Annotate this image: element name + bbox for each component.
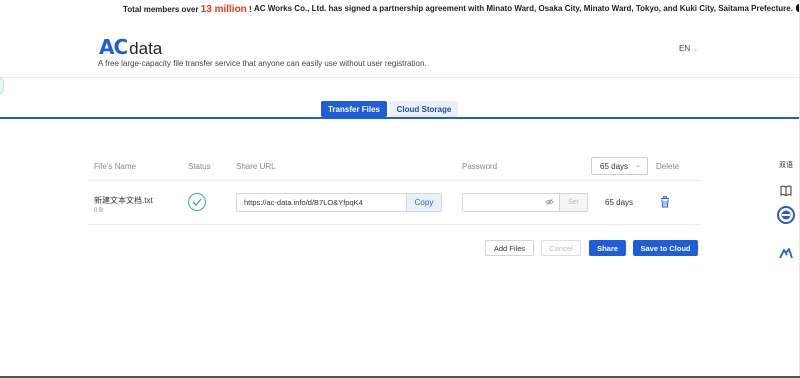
chevron-down-icon: ⌄ [693,47,699,53]
tab-bar: Transfer Files Cloud Storage [321,101,458,117]
share-url-field[interactable]: https://ac-data.info/d/B7LO&YfpqK4 [236,193,407,212]
translate-icon[interactable]: 双语 [776,155,796,175]
member-count: 13 million [200,4,247,15]
header-divider [0,77,800,78]
column-header-status: Status [188,162,211,171]
cancel-button[interactable]: Cancel [541,240,581,256]
file-name: 新建文本文档.txt [94,196,153,205]
add-files-button[interactable]: Add Files [485,240,534,256]
translate-mode-icon[interactable] [776,205,796,225]
edge-widget-icon[interactable] [0,77,4,95]
trash-icon[interactable] [660,196,670,208]
column-header-share-url: Share URL [236,162,276,171]
announcement-bar: Total members over 13 million ! AC Works… [0,0,800,18]
chevron-down-icon: ⌄ [635,162,641,169]
column-header-file-name: File's Name [94,162,136,171]
expiry-days: 65 days [605,198,634,207]
tagline: A free large-capacity file transfer serv… [98,59,427,68]
floating-sidebar: 双语 [772,150,800,268]
table-header-divider [88,180,701,181]
language-label: EN [679,44,691,53]
check-circle-icon [188,193,206,211]
language-selector[interactable]: EN ⌄ [679,44,698,53]
save-to-cloud-button[interactable]: Save to Cloud [633,240,698,256]
copy-url-button[interactable]: Copy [406,193,442,212]
tab-underline [0,117,800,119]
partnership-notice: AC Works Co., Ltd. has signed a partners… [254,4,793,13]
set-password-button[interactable]: Set [559,193,588,212]
expiry-days-select[interactable]: 65 days ⌄ [591,157,648,175]
tab-transfer-files[interactable]: Transfer Files [321,101,387,117]
logo-mark: AC [99,35,128,59]
members-notice: Total members over 13 million ! [123,4,252,15]
expiry-days-value: 65 days [600,161,629,171]
share-button[interactable]: Share [589,240,626,256]
eye-off-icon[interactable] [545,198,554,206]
acdata-logo[interactable]: AC data [99,35,163,59]
column-header-password: Password [462,162,498,171]
ai-assistant-icon[interactable] [776,243,796,263]
table-row-divider [88,224,701,225]
column-header-delete: Delete [656,162,680,171]
file-size: 0 B [94,208,104,214]
logo-text: data [129,39,163,58]
tab-cloud-storage[interactable]: Cloud Storage [390,101,458,117]
book-icon[interactable] [776,180,796,200]
